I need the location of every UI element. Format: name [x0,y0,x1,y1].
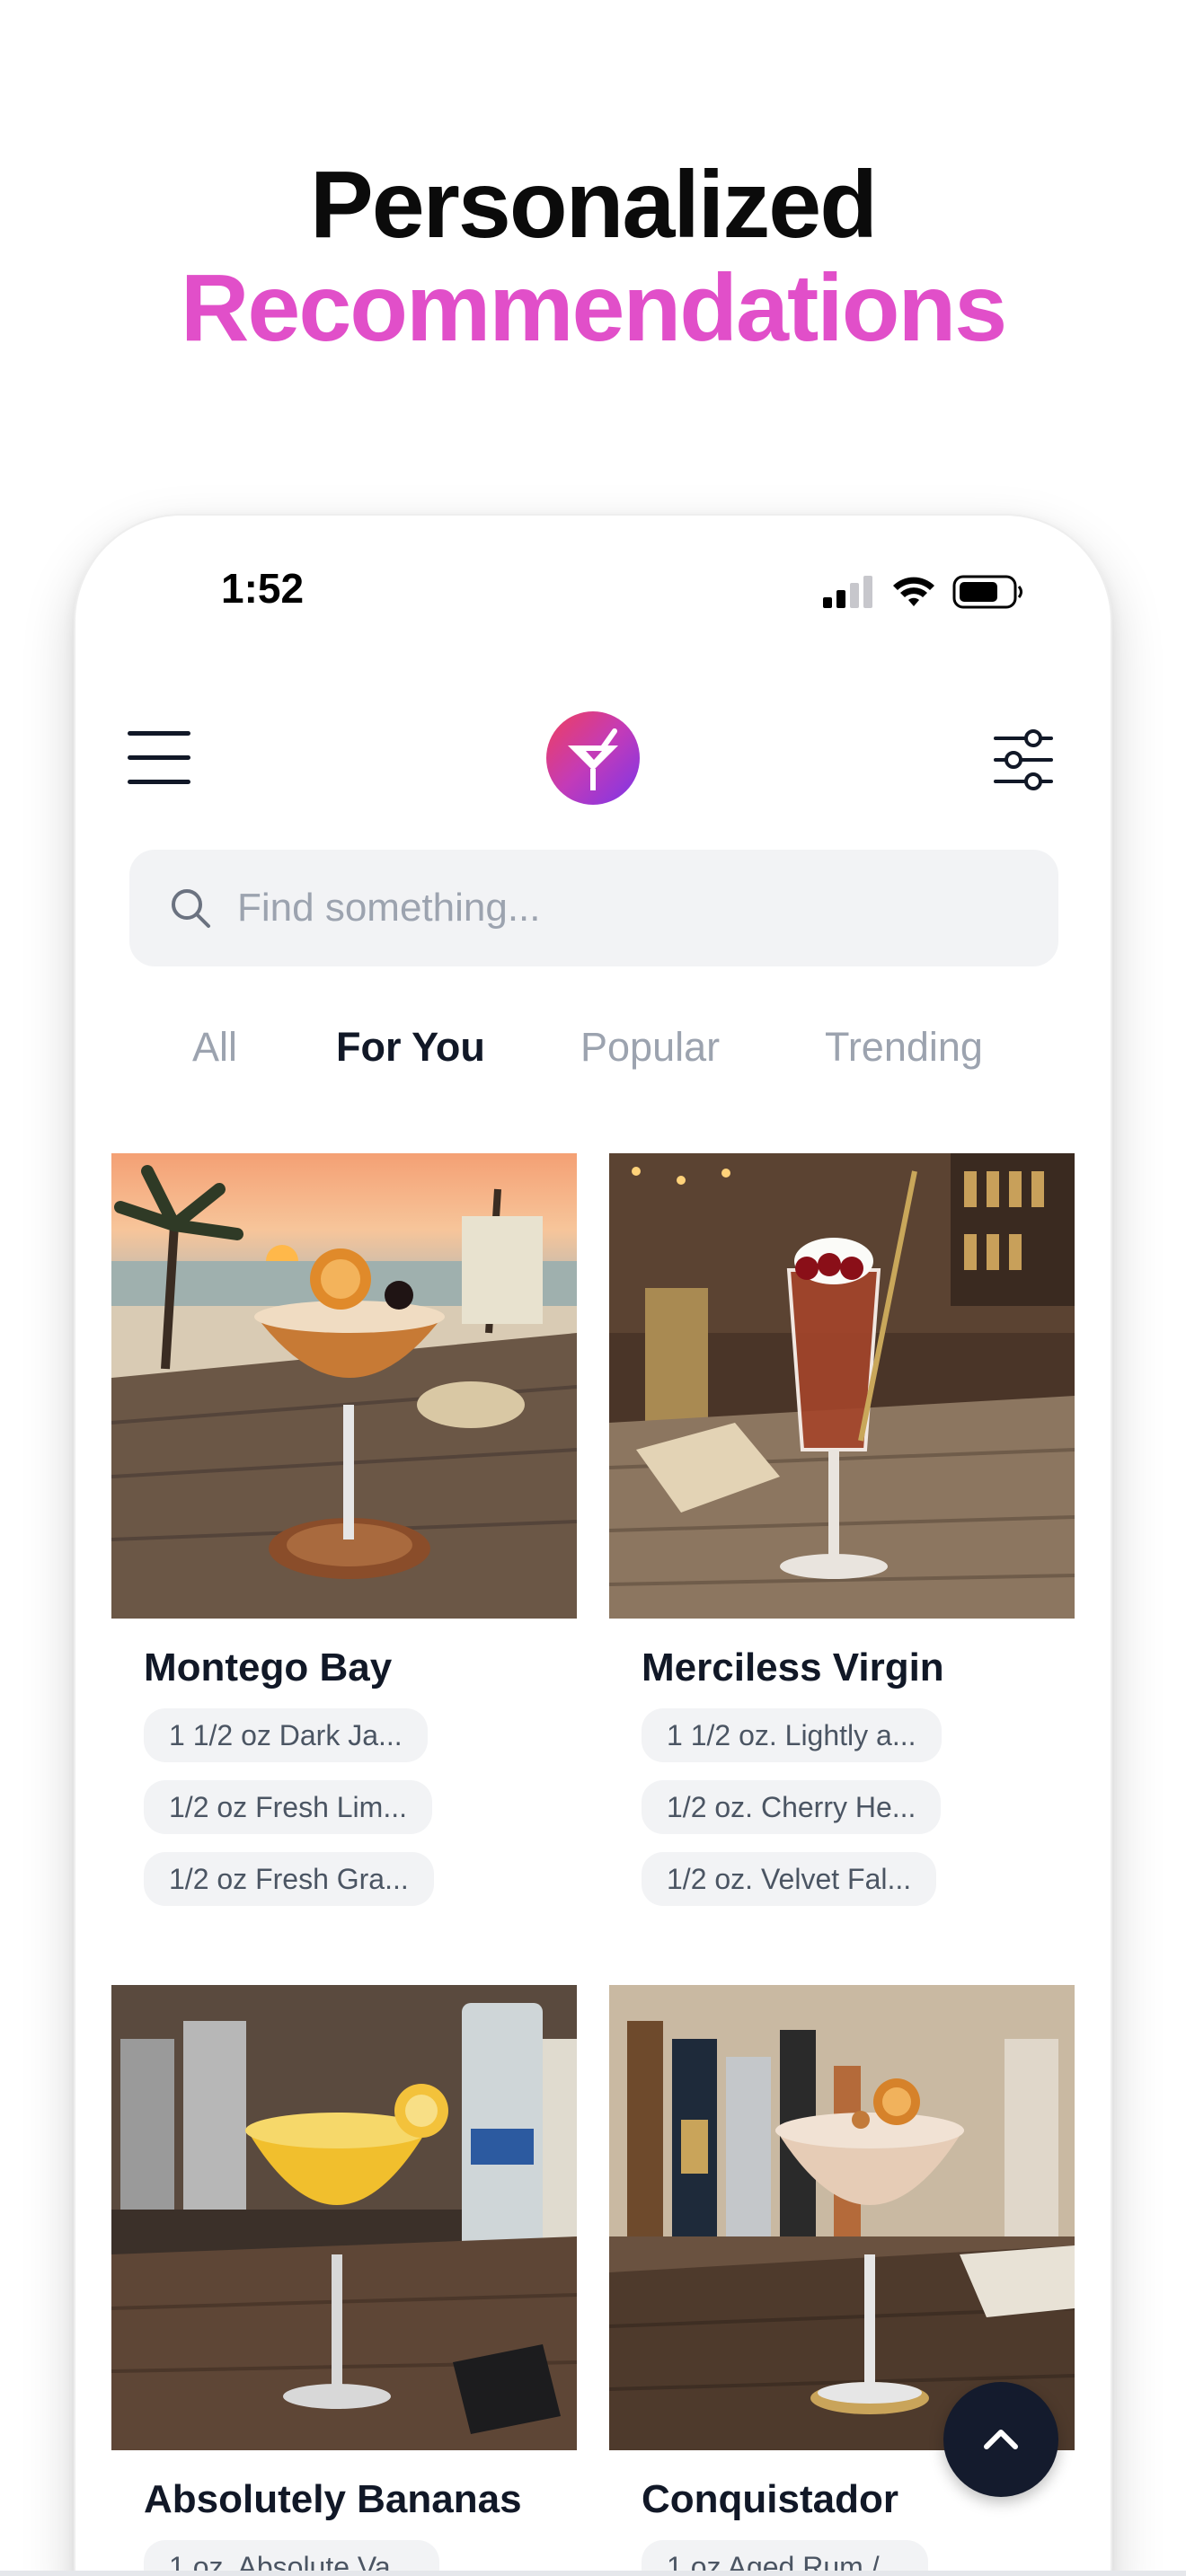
cocktail-photo[interactable] [111,1153,577,1619]
cocktail-title: Absolutely Bananas [144,2477,522,2521]
ingredient-chip: 1 1/2 oz Dark Ja... [144,1708,428,1762]
tab-trending[interactable]: Trending [825,1024,983,1071]
ingredient-chip: 1/2 oz Fresh Gra... [144,1852,434,1906]
status-time: 1:52 [221,565,305,612]
bottom-divider [0,2571,1186,2576]
battery-icon [952,575,1022,609]
cocktail-card[interactable]: Montego Bay 1 1/2 oz Dark Ja... 1/2 oz F… [111,1153,577,1906]
cocktail-card[interactable]: Merciless Virgin 1 1/2 oz. Lightly a... … [609,1153,1075,1906]
filter-sliders-icon[interactable] [994,728,1053,792]
cocktail-card[interactable]: Absolutely Bananas 1 oz. Absolute Va... [111,1985,577,2576]
cocktail-photo[interactable] [111,1985,577,2450]
promo-title-line1: Personalized [310,152,878,258]
search-input[interactable] [237,886,1010,931]
cellular-signal-icon [823,576,872,608]
tab-all[interactable]: All [192,1024,237,1071]
search-bar[interactable] [129,850,1058,966]
status-icons [823,575,1024,609]
tab-for-you[interactable]: For You [336,1024,485,1071]
menu-button[interactable] [128,731,192,785]
tab-popular[interactable]: Popular [580,1024,720,1071]
promo-title-line2: Recommendations [180,255,1007,361]
phone-frame: 1:52 Find something... All For You Popul… [75,516,1111,2576]
app-logo-cocktail-icon [546,711,640,805]
cocktail-photo[interactable] [609,1153,1075,1619]
cocktail-title: Montego Bay [144,1645,393,1689]
ingredient-chip: 1/2 oz Fresh Lim... [144,1780,432,1834]
ingredient-chip: 1 1/2 oz. Lightly a... [642,1708,942,1762]
ingredient-chip: 1/2 oz. Velvet Fal... [642,1852,937,1906]
ingredient-chip: 1/2 oz. Cherry He... [642,1780,942,1834]
wifi-icon [893,577,934,606]
search-icon [172,889,210,928]
menu-icon [128,731,190,736]
ingredient-list: 1 1/2 oz Dark Ja... 1/2 oz Fresh Lim... … [144,1708,577,1906]
cocktail-title: Merciless Virgin [642,1645,944,1689]
scroll-to-top-button[interactable] [943,2382,1058,2497]
category-tabs: All For You Popular Trending [75,1024,1111,1096]
cocktail-photo[interactable] [609,1985,1075,2450]
ingredient-list: 1 1/2 oz. Lightly a... 1/2 oz. Cherry He… [642,1708,1075,1906]
chevron-up-icon [984,2430,1018,2449]
